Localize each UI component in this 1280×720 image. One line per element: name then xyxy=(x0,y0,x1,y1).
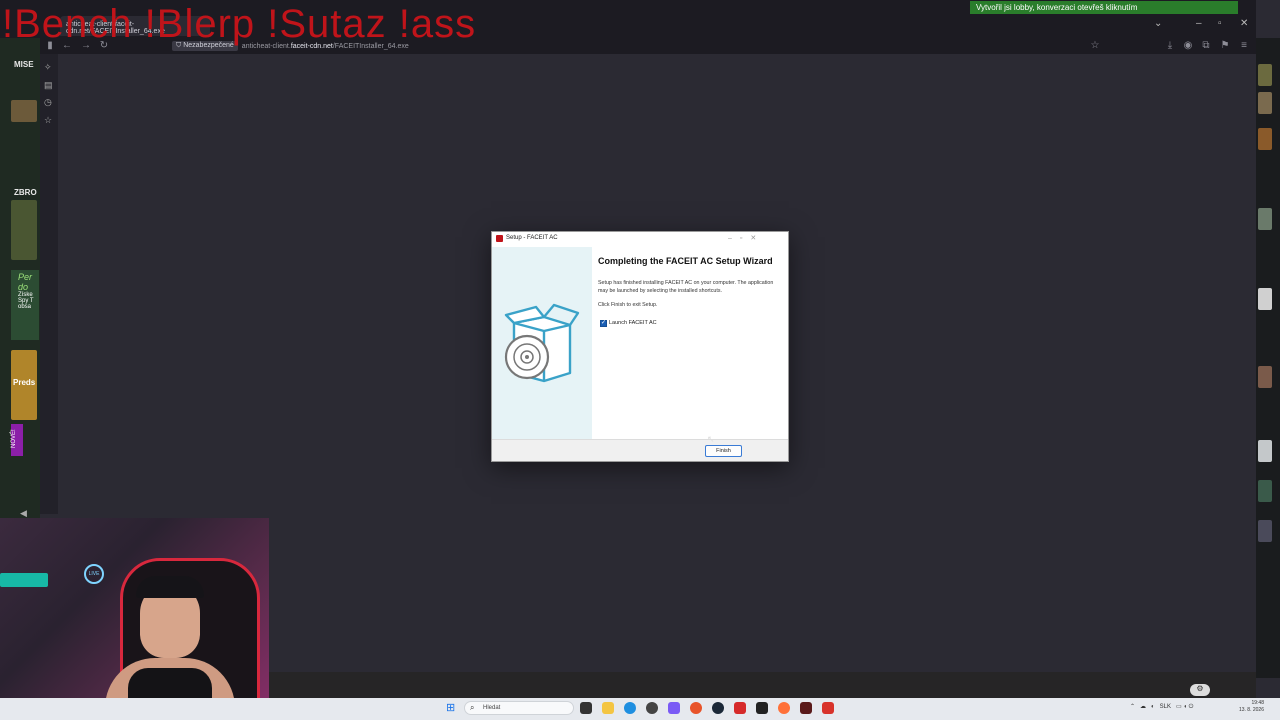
live-neon-icon: LIVE xyxy=(84,564,104,584)
streamer-cap xyxy=(136,576,204,598)
launch-checkbox[interactable]: ✓ xyxy=(600,320,607,327)
dialog-title: Setup - FACEIT AC xyxy=(506,235,558,241)
desktop-background xyxy=(269,672,1256,698)
wizard-instruction: Click Finish to exit Setup. xyxy=(598,302,658,308)
account-icon[interactable]: ◉ xyxy=(1182,40,1194,51)
right-tile xyxy=(1258,288,1272,310)
panel-label-mid: ZBRO xyxy=(14,188,37,197)
mouse-cursor-icon: ↖ xyxy=(707,434,715,444)
edge-icon[interactable] xyxy=(624,702,636,714)
panel-tile xyxy=(11,200,37,260)
dialog-footer xyxy=(492,439,788,461)
setup-dialog: Setup - FACEIT AC –▫✕ Completing the FAC… xyxy=(491,231,789,462)
bookmark-star-icon[interactable]: ☆ xyxy=(1089,40,1101,51)
wizard-description: Setup has finished installing FACEIT AC … xyxy=(598,280,774,294)
panel-label-top: MISE xyxy=(14,60,34,69)
reader-icon[interactable]: ▤ xyxy=(44,80,53,91)
task-view-icon[interactable] xyxy=(580,702,592,714)
file-explorer-icon[interactable] xyxy=(602,702,614,714)
minimize-icon[interactable]: – xyxy=(1196,18,1202,29)
promo-box: Per do Získe Spy T obsa xyxy=(11,270,39,340)
panel-tile xyxy=(11,100,37,122)
new-badge: NOVÉ! xyxy=(11,424,23,456)
right-tile xyxy=(1258,440,1272,462)
wizard-main-panel xyxy=(592,247,788,439)
right-tile xyxy=(1258,520,1272,542)
promo-line: do xyxy=(18,282,29,292)
extensions-icon[interactable]: ⧉ xyxy=(1200,40,1212,51)
extension-icon[interactable]: ⚑ xyxy=(1219,40,1231,51)
webcam-feed: LIVE xyxy=(0,518,269,720)
ai-chat-icon[interactable]: ✧ xyxy=(44,62,52,73)
firefox-icon[interactable] xyxy=(778,702,790,714)
start-icon[interactable]: ⊞ xyxy=(446,701,455,714)
settings-slider-icon[interactable]: ⚙ xyxy=(1190,684,1210,696)
stream-overlay-commands: !Bench !Blerp !Sutaz !ass xyxy=(2,2,477,46)
right-tile xyxy=(1258,64,1272,86)
steam-icon[interactable] xyxy=(712,702,724,714)
downloads-icon[interactable]: ⤓ xyxy=(1164,40,1176,51)
taskbar xyxy=(0,698,269,720)
right-tile xyxy=(1258,366,1272,388)
close-window-icon[interactable]: ✕ xyxy=(1240,18,1248,29)
wizard-heading: Completing the FACEIT AC Setup Wizard xyxy=(598,256,773,266)
bookmarks-icon[interactable]: ☆ xyxy=(44,115,52,126)
promo-line: obsa xyxy=(18,304,32,310)
app-icon[interactable] xyxy=(646,702,658,714)
app-icon[interactable] xyxy=(756,702,768,714)
menu-icon[interactable]: ≡ xyxy=(1238,40,1250,51)
history-icon[interactable]: ◷ xyxy=(44,97,52,108)
maximize-icon[interactable]: ▫ xyxy=(1218,18,1222,29)
discord-icon[interactable] xyxy=(668,702,680,714)
taskbar-search-input[interactable]: Hledat xyxy=(464,701,574,715)
right-tile xyxy=(1258,128,1272,150)
notification-banner[interactable]: Vytvořil jsi lobby, konverzaci otevřeš k… xyxy=(970,1,1238,14)
taskbar xyxy=(269,698,1280,720)
search-icon: ⌕ xyxy=(470,703,475,712)
neon-sign xyxy=(0,573,48,587)
promo-image: Preds xyxy=(11,350,37,420)
firefox-icon[interactable] xyxy=(690,702,702,714)
right-tile xyxy=(1258,480,1272,502)
launch-checkbox-label[interactable]: Launch FACEIT AC xyxy=(609,320,657,326)
promo-line: Per xyxy=(18,272,33,282)
brave-icon[interactable] xyxy=(734,702,746,714)
tab-list-icon[interactable]: ⌄ xyxy=(1154,18,1162,29)
faceit-app-icon xyxy=(496,235,503,242)
faceit-installer-icon[interactable] xyxy=(822,702,834,714)
finish-button[interactable]: Finish xyxy=(705,445,742,457)
install-box-icon xyxy=(504,303,580,383)
right-tile xyxy=(1258,92,1272,114)
dialog-window-controls[interactable]: –▫✕ xyxy=(728,234,764,242)
right-tile xyxy=(1258,208,1272,230)
faceit-taskbar-icon[interactable] xyxy=(800,702,812,714)
system-tray[interactable]: ⌃ ☁ ◐ SLK ▭ ◖ ⏻ xyxy=(1130,703,1193,711)
clock[interactable]: 19:48 13. 8. 2026 xyxy=(1214,700,1264,713)
wizard-side-panel xyxy=(492,247,592,439)
promo2-label: Preds xyxy=(13,378,36,387)
